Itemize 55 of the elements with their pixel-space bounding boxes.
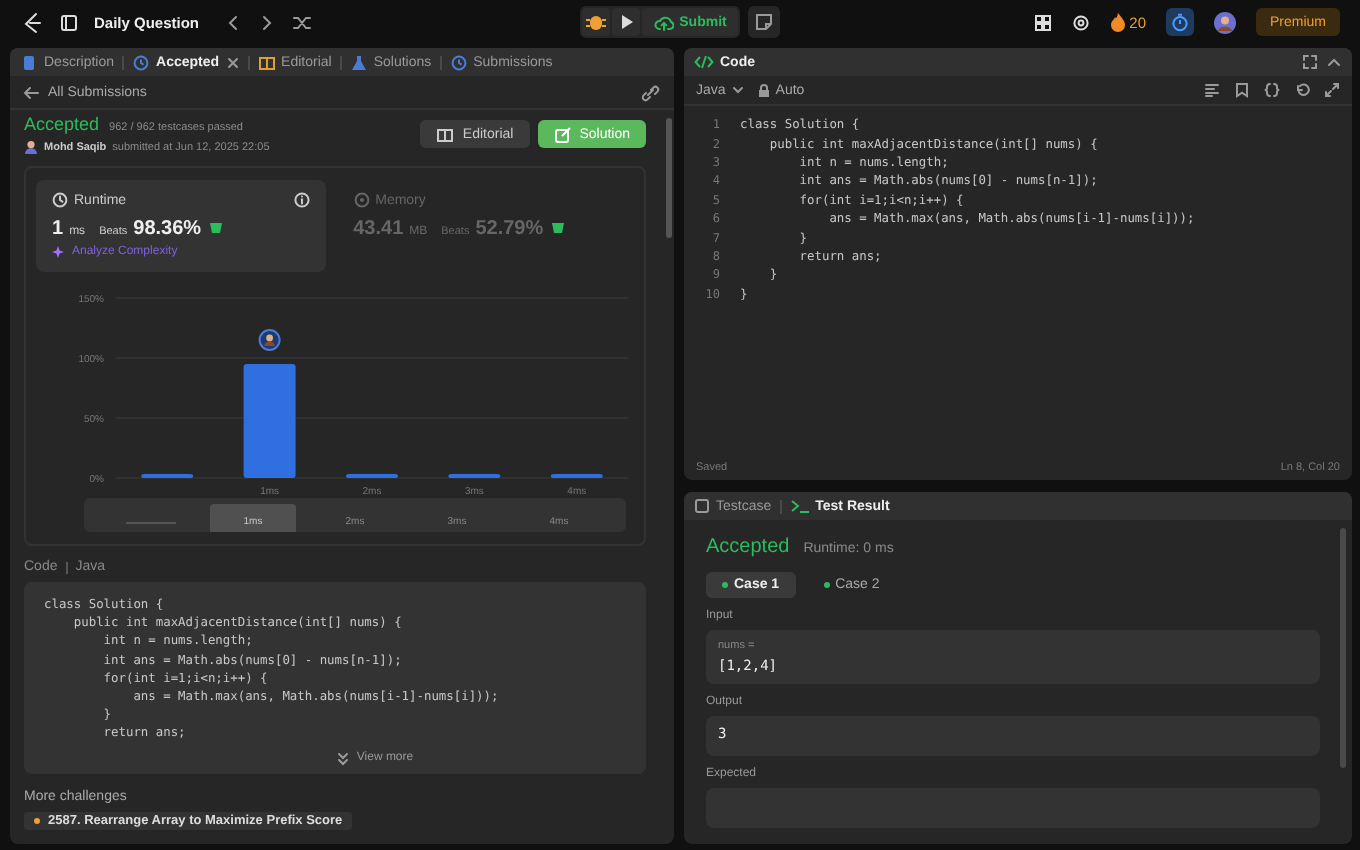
metric-value: 43.41 (353, 218, 404, 240)
chevrons-down-icon (336, 751, 351, 766)
beats-value: 52.79% (475, 218, 544, 240)
run-icon[interactable] (611, 8, 640, 36)
settings-icon[interactable] (1071, 13, 1090, 31)
previous-icon[interactable] (223, 13, 242, 31)
lock-icon (757, 83, 770, 97)
flask-icon (349, 53, 368, 71)
avatar-marker (258, 329, 281, 351)
status-dot-icon (722, 582, 728, 588)
grid-icon[interactable] (1033, 13, 1052, 31)
document-icon (20, 53, 38, 71)
link-icon[interactable] (640, 83, 660, 101)
history-icon (132, 53, 151, 71)
chevron-down-icon (731, 84, 744, 96)
scrollbar-thumb[interactable] (666, 118, 672, 238)
undo-icon[interactable] (1294, 82, 1310, 98)
info-icon[interactable] (293, 192, 310, 208)
collapse-icon[interactable] (1326, 54, 1342, 70)
terminal-icon (789, 498, 810, 514)
bullet-icon (34, 817, 40, 824)
book-icon (436, 125, 455, 143)
clock-icon (52, 192, 68, 208)
chip-icon (353, 192, 370, 208)
result-status: Accepted (706, 536, 790, 558)
avatar-icon (24, 140, 38, 154)
scrollbar-thumb[interactable] (1340, 528, 1346, 768)
history-icon (449, 53, 468, 71)
status-dot-icon (823, 582, 830, 588)
avatar-icon[interactable] (1214, 11, 1236, 33)
expand-icon[interactable] (1324, 82, 1340, 98)
maximize-icon[interactable] (1302, 54, 1318, 70)
cup-icon (207, 220, 224, 234)
back-arrow-icon (22, 83, 40, 101)
beats-value: 98.36% (133, 218, 202, 240)
list-icon[interactable] (60, 13, 78, 31)
format-icon[interactable] (1204, 82, 1220, 98)
checkbox-icon (694, 498, 710, 514)
cup-icon (549, 220, 566, 234)
next-icon[interactable] (257, 13, 276, 31)
braces-icon[interactable] (1264, 82, 1280, 98)
note-icon[interactable] (748, 6, 781, 38)
metric-value: 1 (52, 218, 64, 240)
cloud-upload-icon (653, 13, 674, 31)
bug-icon[interactable] (581, 8, 610, 36)
edit-icon (553, 125, 572, 143)
close-icon[interactable] (225, 55, 240, 69)
shuffle-icon[interactable] (291, 13, 312, 31)
status-text: Accepted (24, 114, 100, 134)
book-icon (257, 53, 276, 71)
timer-icon[interactable] (1166, 8, 1194, 36)
sparkle-icon (52, 244, 68, 260)
bookmark-icon[interactable] (1234, 82, 1250, 98)
code-icon (694, 54, 714, 70)
flame-icon[interactable] (1109, 12, 1126, 32)
